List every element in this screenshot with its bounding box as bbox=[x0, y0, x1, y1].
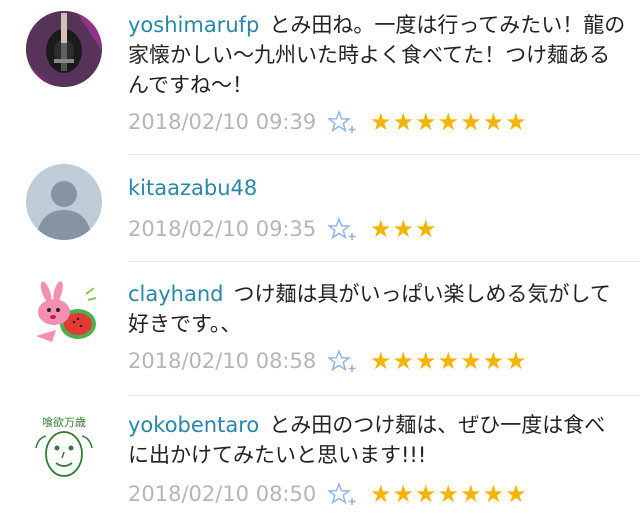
comment-body: yokobentaro とみ田のつけ麺は、ぜひ一度は食べに出かけてみたいと思います… bbox=[128, 410, 626, 470]
comment-item: 喰欲万歳 yokobentaro とみ田のつけ麺は、ぜひ一度は食べに出かけてみたい… bbox=[0, 396, 640, 520]
star-rating: ★★★★★★★ bbox=[370, 347, 528, 375]
timestamp: 2018/02/10 08:50 bbox=[128, 482, 317, 506]
comment-meta: 2018/02/10 08:58 ★★★★★★★ bbox=[128, 346, 528, 376]
avatar[interactable]: 喰欲万歳 bbox=[26, 408, 102, 484]
avatar[interactable] bbox=[26, 274, 102, 350]
star-rating: ★★★★★★★ bbox=[370, 480, 528, 508]
timestamp: 2018/02/10 09:35 bbox=[128, 217, 317, 241]
username-link[interactable]: kitaazabu48 bbox=[128, 176, 257, 200]
avatar-lettering: 喰欲万歳 bbox=[42, 415, 86, 429]
star-rating: ★★★ bbox=[370, 215, 438, 243]
comment-item: kitaazabu48 2018/02/10 09:35 ★★★ bbox=[0, 155, 640, 261]
add-star-icon[interactable] bbox=[326, 109, 358, 134]
timestamp: 2018/02/10 08:58 bbox=[128, 349, 317, 373]
add-star-icon[interactable] bbox=[326, 481, 358, 506]
username-link[interactable]: clayhand bbox=[128, 282, 224, 306]
comment-meta: 2018/02/10 08:50 ★★★★★★★ bbox=[128, 479, 528, 509]
comment-body: yoshimarufp とみ田ね。一度は行ってみたい！龍の家懐かしい〜九州いた時よ… bbox=[128, 10, 626, 100]
pink-rabbit-icon bbox=[26, 274, 102, 350]
avatar[interactable] bbox=[26, 11, 102, 87]
comment-body: kitaazabu48 bbox=[128, 173, 626, 203]
face-sketch-icon: 喰欲万歳 bbox=[26, 408, 102, 484]
star-rating: ★★★★★★★ bbox=[370, 108, 528, 136]
add-star-icon[interactable] bbox=[326, 216, 358, 241]
timestamp: 2018/02/10 09:39 bbox=[128, 110, 317, 134]
username-link[interactable]: yokobentaro bbox=[128, 413, 259, 437]
comment-item: yoshimarufp とみ田ね。一度は行ってみたい！龍の家懐かしい〜九州いた時よ… bbox=[0, 0, 640, 154]
comment-meta: 2018/02/10 09:35 ★★★ bbox=[128, 214, 438, 244]
guitar-photo-icon bbox=[26, 11, 102, 87]
comment-body: clayhand つけ麺は具がいっぱい楽しめる気がして好きです。、 bbox=[128, 279, 626, 339]
avatar[interactable] bbox=[26, 164, 102, 240]
default-person-icon bbox=[26, 164, 102, 240]
comment-item: clayhand つけ麺は具がいっぱい楽しめる気がして好きです。、 2018/02… bbox=[0, 262, 640, 395]
comment-meta: 2018/02/10 09:39 ★★★★★★★ bbox=[128, 107, 528, 137]
username-link[interactable]: yoshimarufp bbox=[128, 13, 259, 37]
comment-list: yoshimarufp とみ田ね。一度は行ってみたい！龍の家懐かしい〜九州いた時よ… bbox=[0, 0, 640, 520]
add-star-icon[interactable] bbox=[326, 348, 358, 373]
